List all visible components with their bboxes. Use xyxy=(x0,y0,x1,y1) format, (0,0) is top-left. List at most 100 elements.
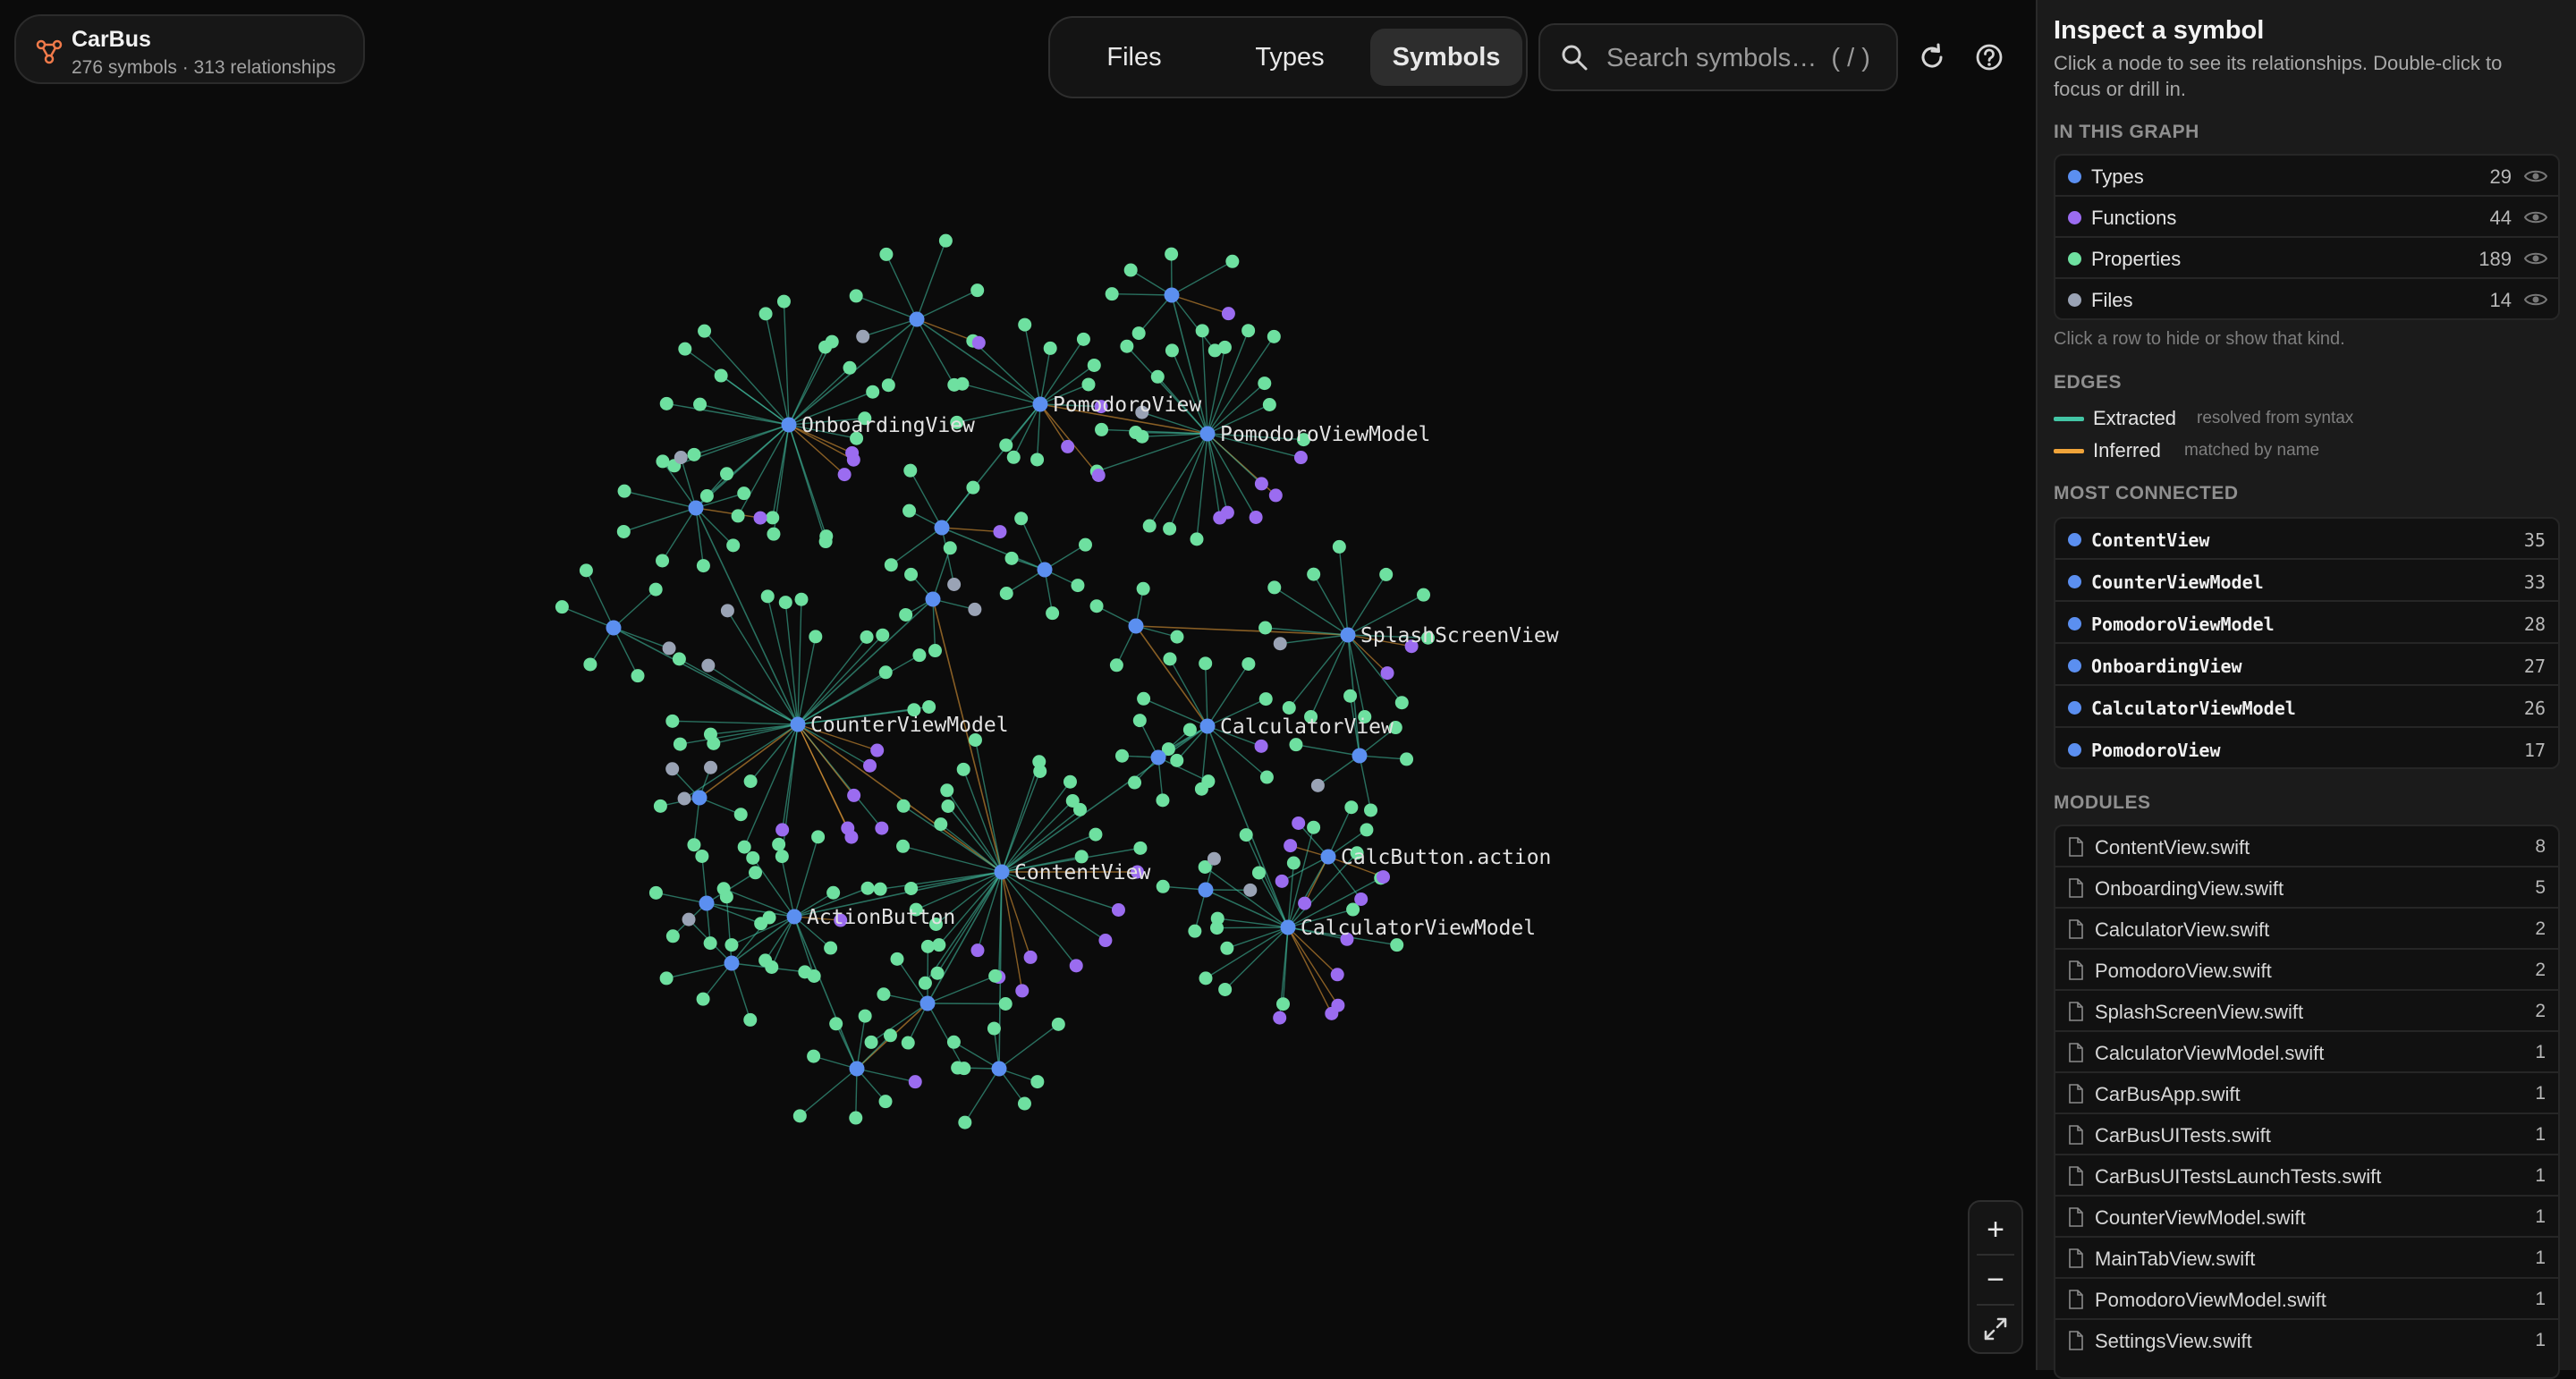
node-label-calc-action[interactable]: CalcButton.action xyxy=(1341,846,1551,869)
property-node[interactable] xyxy=(656,454,669,468)
property-node[interactable] xyxy=(1364,803,1377,816)
property-node[interactable] xyxy=(1208,343,1222,357)
property-node[interactable] xyxy=(1170,630,1183,644)
refresh-icon[interactable] xyxy=(1914,39,1950,75)
property-node[interactable] xyxy=(1095,423,1108,436)
tab-symbols[interactable]: Symbols xyxy=(1370,29,1522,86)
property-node[interactable] xyxy=(666,929,680,943)
property-node[interactable] xyxy=(1199,656,1212,670)
type-node-h11[interactable] xyxy=(920,996,936,1011)
function-node[interactable] xyxy=(838,468,852,481)
property-node[interactable] xyxy=(879,1095,893,1108)
type-node-pomodoro[interactable] xyxy=(1033,397,1048,412)
function-node[interactable] xyxy=(1381,666,1394,680)
kind-row-types[interactable]: Types 29 xyxy=(2055,156,2558,197)
graph-canvas[interactable]: ContentViewCounterViewModelPomodoroViewM… xyxy=(0,0,2036,1370)
property-node[interactable] xyxy=(1417,588,1430,602)
property-node[interactable] xyxy=(1259,692,1273,706)
property-node[interactable] xyxy=(957,763,970,776)
eye-icon[interactable] xyxy=(2524,208,2547,226)
function-node[interactable] xyxy=(1070,959,1083,972)
property-node[interactable] xyxy=(1071,579,1084,592)
property-node[interactable] xyxy=(882,378,895,392)
property-node[interactable] xyxy=(1188,925,1201,938)
type-node-h12[interactable] xyxy=(850,1062,865,1077)
property-node[interactable] xyxy=(678,343,691,356)
property-node[interactable] xyxy=(749,866,762,879)
function-node[interactable] xyxy=(970,943,984,957)
kind-row-functions[interactable]: Functions 44 xyxy=(2055,197,2558,238)
property-node[interactable] xyxy=(1115,749,1129,763)
property-node[interactable] xyxy=(1267,580,1281,594)
property-node[interactable] xyxy=(779,596,792,609)
property-node[interactable] xyxy=(1151,370,1165,384)
property-node[interactable] xyxy=(1260,771,1274,784)
function-node[interactable] xyxy=(972,336,986,350)
property-node[interactable] xyxy=(1163,652,1176,665)
property-node[interactable] xyxy=(688,448,701,461)
module-item[interactable]: CarBusUITestsLaunchTests.swift1 xyxy=(2055,1155,2558,1197)
function-node[interactable] xyxy=(1092,469,1106,482)
property-node[interactable] xyxy=(1157,880,1170,893)
function-node[interactable] xyxy=(875,822,888,835)
property-node[interactable] xyxy=(987,1022,1001,1036)
property-node[interactable] xyxy=(746,851,759,865)
node-label-calculator-vm[interactable]: CalculatorViewModel xyxy=(1301,917,1536,940)
file-node[interactable] xyxy=(674,451,688,464)
property-node[interactable] xyxy=(1128,776,1141,790)
property-node[interactable] xyxy=(698,325,711,338)
property-node[interactable] xyxy=(1137,582,1150,596)
function-node[interactable] xyxy=(1024,951,1038,964)
property-node[interactable] xyxy=(695,850,708,863)
module-item[interactable]: SplashScreenView.swift2 xyxy=(2055,991,2558,1032)
type-node-h10[interactable] xyxy=(724,956,740,971)
property-node[interactable] xyxy=(904,568,918,581)
property-node[interactable] xyxy=(1258,376,1271,390)
property-node[interactable] xyxy=(829,1017,843,1030)
property-node[interactable] xyxy=(807,1050,820,1063)
function-node[interactable] xyxy=(1255,740,1268,753)
eye-icon[interactable] xyxy=(2524,291,2547,309)
property-node[interactable] xyxy=(819,535,833,548)
property-node[interactable] xyxy=(1307,821,1320,834)
type-node-calculator-vm[interactable] xyxy=(1281,920,1296,935)
type-node-h1[interactable] xyxy=(910,312,925,327)
property-node[interactable] xyxy=(1137,692,1150,706)
property-node[interactable] xyxy=(1196,324,1209,337)
property-node[interactable] xyxy=(1258,621,1272,634)
property-node[interactable] xyxy=(922,700,936,714)
property-node[interactable] xyxy=(1156,793,1169,807)
type-node-h2[interactable] xyxy=(1165,288,1180,303)
function-node[interactable] xyxy=(870,744,884,757)
file-node[interactable] xyxy=(1274,637,1287,650)
property-node[interactable] xyxy=(899,608,912,622)
property-node[interactable] xyxy=(947,378,961,392)
property-node[interactable] xyxy=(724,938,738,952)
file-node[interactable] xyxy=(665,762,679,775)
property-node[interactable] xyxy=(1090,599,1104,613)
property-node[interactable] xyxy=(826,335,839,349)
property-node[interactable] xyxy=(866,385,879,399)
property-node[interactable] xyxy=(934,817,947,831)
file-node[interactable] xyxy=(682,913,696,926)
property-node[interactable] xyxy=(617,525,631,538)
function-node[interactable] xyxy=(1255,477,1268,490)
property-node[interactable] xyxy=(618,485,631,498)
property-node[interactable] xyxy=(759,307,773,320)
property-node[interactable] xyxy=(777,295,791,309)
property-node[interactable] xyxy=(1252,866,1266,879)
property-node[interactable] xyxy=(999,438,1013,452)
property-node[interactable] xyxy=(704,728,717,741)
function-node[interactable] xyxy=(1221,506,1234,520)
property-node[interactable] xyxy=(865,1036,878,1049)
property-node[interactable] xyxy=(697,993,710,1006)
property-node[interactable] xyxy=(904,882,918,895)
eye-icon[interactable] xyxy=(2524,250,2547,267)
property-node[interactable] xyxy=(1073,803,1087,816)
property-node[interactable] xyxy=(649,583,663,596)
property-node[interactable] xyxy=(693,398,707,411)
property-node[interactable] xyxy=(826,886,840,900)
property-node[interactable] xyxy=(654,799,667,813)
property-node[interactable] xyxy=(850,289,863,302)
type-node-h6[interactable] xyxy=(1038,563,1053,578)
